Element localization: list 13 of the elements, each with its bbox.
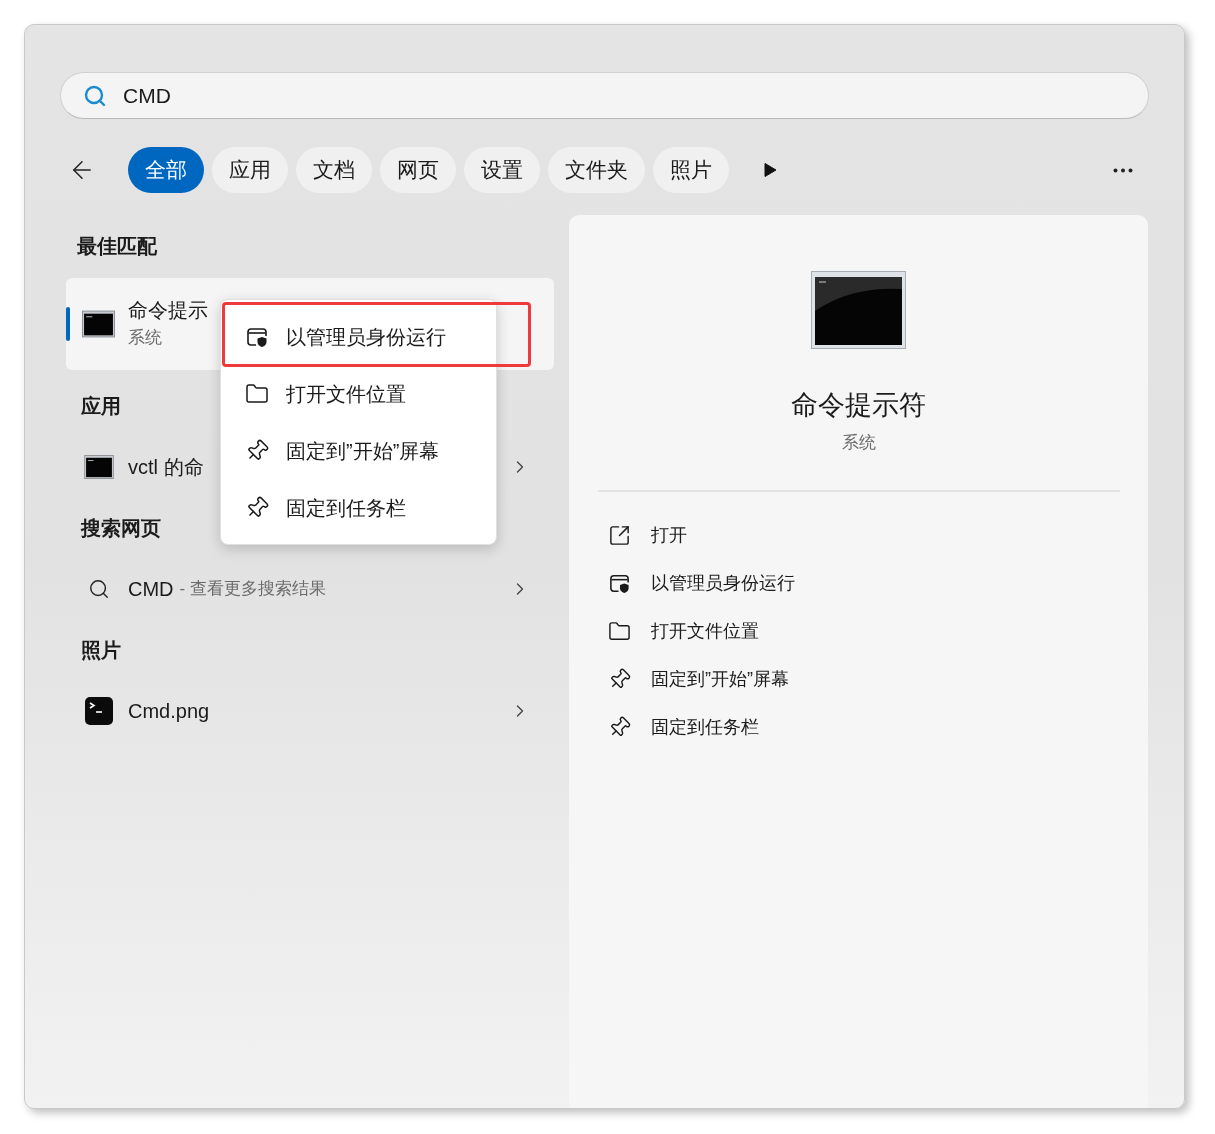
- detail-title: 命令提示符: [791, 389, 926, 422]
- section-heading: 搜索网页: [81, 516, 161, 541]
- section-heading: 照片: [81, 638, 121, 663]
- item-title: vctl 的命: [128, 455, 204, 480]
- section-heading: 应用: [81, 394, 121, 419]
- item-subtitle: 系统: [128, 327, 163, 349]
- item-title: CMD: [128, 577, 174, 602]
- section-heading: 最佳匹配: [77, 234, 158, 259]
- detail-subtitle: 系统: [841, 431, 876, 454]
- item-title: Cmd.png: [128, 699, 210, 724]
- search-query: CMD: [123, 82, 171, 109]
- item-hint: - 查看更多搜索结果: [179, 578, 326, 601]
- item-title: 命令提示: [128, 298, 208, 323]
